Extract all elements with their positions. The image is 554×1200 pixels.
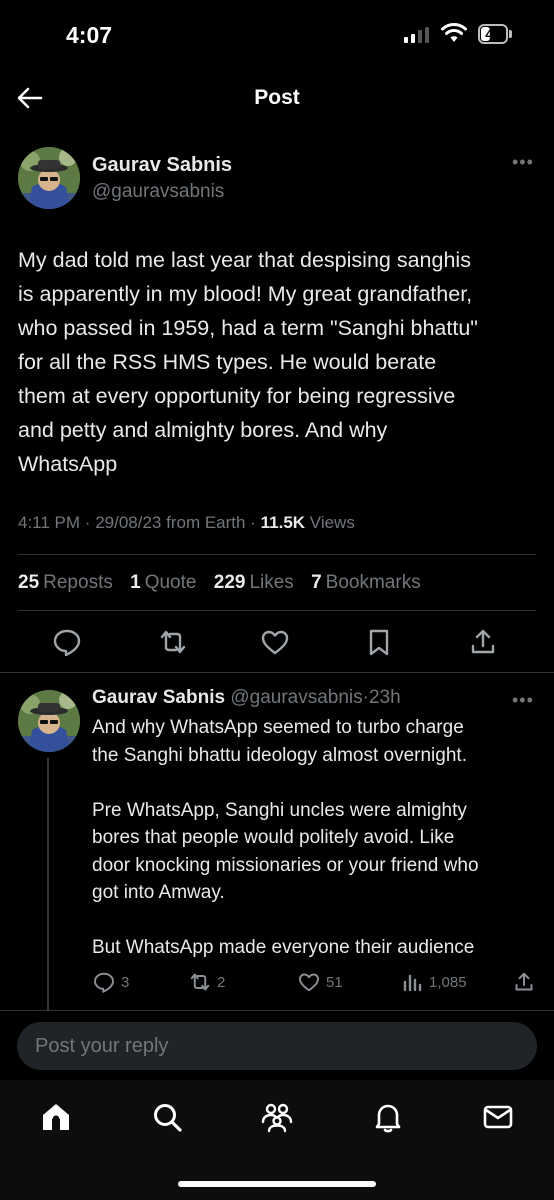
divider [18, 610, 536, 611]
meta-separator: · [84, 513, 91, 532]
post-text-line: WhatsApp [18, 452, 118, 476]
post-text-line: and petty and almighty bores. And why [18, 418, 388, 442]
post-text-line: them at every opportunity for being regr… [18, 384, 456, 408]
reply-text-line: Pre WhatsApp, Sanghi uncles were almight… [92, 799, 467, 821]
reply-text-line: bores that people would politely avoid. … [92, 827, 455, 848]
post-date: 29/08/23 [95, 513, 162, 532]
reply-paragraph: And why WhatsApp seemed to turbo charge t… [92, 714, 532, 769]
reply-comment-button[interactable]: 3 [92, 970, 129, 994]
heart-icon [299, 973, 319, 992]
post-text-line: My dad told me last year that despising … [18, 248, 471, 272]
likes-label: Likes [249, 572, 294, 593]
bell-icon[interactable] [371, 1100, 405, 1134]
home-indicator [178, 1181, 376, 1187]
views-count: 11.5K [260, 513, 306, 532]
likes-count: 229 [213, 572, 246, 593]
reposts-stat[interactable]: 25 Reposts [18, 572, 113, 593]
avatar-image [18, 147, 80, 209]
people-icon[interactable] [260, 1100, 294, 1134]
reply-actions: 3 2 51 1,085 [92, 970, 542, 998]
post-text-line: who passed in 1959, had a term "Sanghi b… [18, 316, 478, 340]
bookmarks-label: Bookmarks [325, 572, 421, 593]
reposts-count: 25 [18, 572, 40, 593]
meta-separator: · [250, 513, 256, 532]
more-icon[interactable]: ••• [512, 690, 534, 711]
post-text-line: is apparently in my blood! My great gran… [18, 282, 473, 306]
avatar-image [18, 690, 80, 752]
analytics-icon [403, 974, 422, 992]
reply-paragraph: But WhatsApp made everyone their audienc… [92, 934, 532, 962]
reply-text-line: got into Amway. [92, 882, 225, 903]
reply-text-line: But WhatsApp made everyone their audienc… [92, 937, 475, 958]
reply-like-button[interactable]: 51 [297, 970, 343, 994]
quotes-stat[interactable]: 1 Quote [130, 572, 196, 593]
comment-icon [94, 972, 114, 993]
author-handle[interactable]: @gauravsabnis [92, 181, 224, 203]
bookmarks-stat[interactable]: 7 Bookmarks [311, 572, 421, 593]
reply-text-line: door knocking missionaries or your frien… [92, 854, 479, 876]
post-time: 4:11 PM [18, 513, 81, 532]
divider [0, 1010, 554, 1011]
bookmarks-count: 7 [311, 572, 322, 593]
reply-text-line: the Sanghi bhattu ideology almost overni… [92, 744, 467, 766]
divider [0, 672, 554, 673]
thread-line [47, 758, 49, 1010]
battery-nub [509, 30, 512, 38]
battery-icon: 44 [478, 24, 508, 44]
reply-repost-button[interactable]: 2 [188, 970, 225, 994]
reply-share-button[interactable] [512, 970, 536, 994]
more-icon[interactable]: ••• [512, 152, 534, 173]
search-icon[interactable] [150, 1100, 184, 1134]
post-source: from Earth [166, 513, 246, 532]
post-stats: 25 Reposts 1 Quote 229 Likes 7 Bookmarks [18, 572, 433, 594]
divider [18, 554, 536, 555]
reply-reposts-count: 2 [217, 973, 226, 991]
post-actions [0, 624, 554, 660]
heart-icon[interactable] [259, 626, 291, 658]
comment-icon[interactable] [51, 626, 83, 658]
home-icon[interactable] [39, 1100, 73, 1134]
reply-paragraph: Pre WhatsApp, Sanghi uncles were almight… [92, 797, 532, 907]
reply-views-button[interactable]: 1,085 [400, 970, 467, 994]
wifi-icon [441, 23, 467, 42]
reply-author-handle[interactable]: @gauravsabnis [230, 687, 362, 708]
reply-input[interactable] [17, 1022, 537, 1070]
reply-author-name[interactable]: Gaurav Sabnis [92, 687, 225, 708]
reposts-label: Reposts [43, 572, 113, 593]
quotes-count: 1 [130, 572, 141, 593]
avatar[interactable] [18, 147, 80, 209]
quotes-label: Quote [144, 572, 197, 593]
post-meta: 4:11 PM · 29/08/23 from Earth · 11.5K Vi… [18, 513, 355, 533]
reply-views-count: 1,085 [429, 973, 467, 991]
repost-icon [190, 973, 210, 991]
reply-time: 23h [368, 687, 401, 708]
battery-level: 44 [485, 26, 501, 42]
cellular-signal-icon [404, 27, 429, 43]
bookmark-icon[interactable] [363, 626, 395, 658]
share-icon [515, 972, 533, 991]
likes-stat[interactable]: 229 Likes [214, 572, 294, 593]
post-text-line: for all the RSS HMS types. He would bera… [18, 350, 437, 374]
repost-icon[interactable] [157, 626, 189, 658]
reply-avatar[interactable] [18, 690, 80, 752]
views-label: Views [309, 513, 355, 532]
reply-replies-count: 3 [121, 973, 130, 991]
reply-composer[interactable] [17, 1022, 537, 1070]
mail-icon[interactable] [481, 1100, 515, 1134]
status-time: 4:07 [66, 22, 113, 48]
page-title: Post [254, 86, 300, 109]
reply-text-line: And why WhatsApp seemed to turbo charge [92, 717, 464, 738]
post-text: My dad told me last year that despising … [18, 243, 538, 481]
reply-likes-count: 51 [326, 973, 343, 991]
reply-header: Gaurav Sabnis @gauravsabnis·23h [92, 687, 401, 709]
share-icon[interactable] [467, 626, 499, 658]
author-name[interactable]: Gaurav Sabnis [92, 154, 232, 177]
reply-text: And why WhatsApp seemed to turbo charge t… [92, 714, 532, 962]
